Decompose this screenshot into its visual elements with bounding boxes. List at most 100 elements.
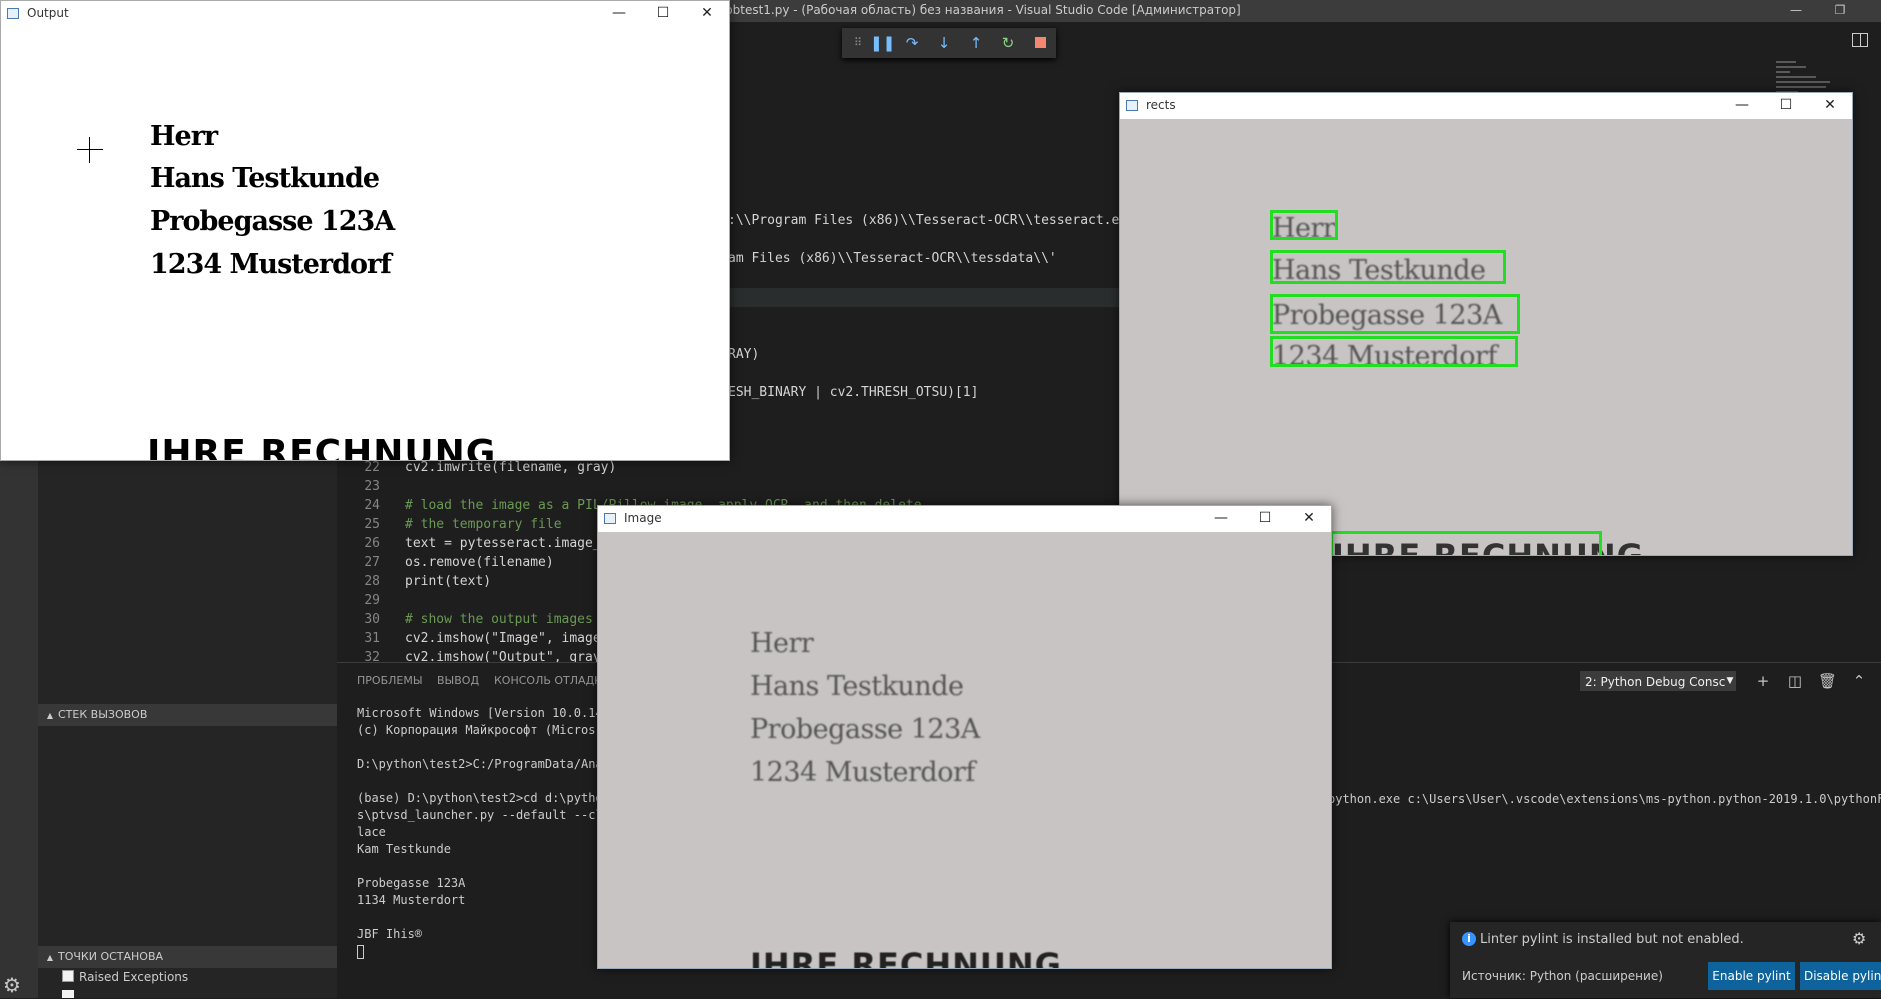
window-icon: [1126, 100, 1138, 111]
breakpoint-raised-exceptions[interactable]: Raised Exceptions: [62, 970, 188, 984]
close-button[interactable]: ✕: [1287, 506, 1331, 532]
drag-grip-icon[interactable]: ⠿: [848, 33, 868, 53]
vscode-restore-button[interactable]: ❐: [1828, 0, 1852, 22]
line-number: 29: [364, 593, 380, 608]
activity-bar: [0, 458, 38, 998]
text-line: 1234 Musterdorf: [150, 249, 392, 280]
code-line: # the temporary file: [405, 517, 562, 532]
close-button[interactable]: ✕: [685, 1, 729, 27]
image-photo: Herr Hans Testkunde Probegasse 123A 1234…: [598, 532, 1331, 968]
code-line: cv2.imshow("Image", image: [405, 631, 601, 646]
gear-icon[interactable]: ⚙: [1852, 929, 1866, 948]
terminal-select[interactable]: 2: Python Debug Consc: [1580, 671, 1736, 691]
tab-debug-console[interactable]: КОНСОЛЬ ОТЛАДКИ: [494, 674, 610, 687]
rects-window: rects — ☐ ✕ Herr Hans Testkunde Probegas…: [1119, 92, 1853, 556]
checkbox[interactable]: [62, 990, 74, 998]
code-fragment: RAY): [728, 347, 760, 362]
minimize-button[interactable]: —: [1720, 93, 1764, 119]
info-icon: i: [1462, 932, 1476, 946]
bounding-box: [1330, 531, 1602, 555]
line-number: 27: [364, 555, 380, 570]
output-window: Output — ☐ ✕ Herr Hans Testkunde Probega…: [0, 0, 730, 461]
minimize-button[interactable]: —: [1199, 506, 1243, 532]
output-titlebar[interactable]: Output — ☐ ✕: [1, 1, 729, 27]
bounding-box: [1270, 210, 1338, 240]
chevron-down-icon: ▲: [46, 711, 54, 720]
callstack-title: СТЕК ВЫЗОВОВ: [58, 708, 148, 721]
code-fragment: am Files (x86)\\Tesseract-OCR\\tessdata\…: [728, 251, 1057, 266]
notification-message: Linter pylint is installed but not enabl…: [1480, 932, 1744, 947]
terminal-line: python.exe c:\Users\User\.vscode\extensi…: [1328, 792, 1881, 806]
notification-source: Источник: Python (расширение): [1462, 969, 1663, 983]
add-terminal-icon[interactable]: +: [1754, 672, 1772, 690]
crosshair-cursor: [89, 137, 90, 163]
chevron-up-icon[interactable]: ⌃: [1850, 672, 1868, 690]
checkbox[interactable]: [62, 970, 74, 982]
line-number: 23: [364, 479, 380, 494]
restart-icon[interactable]: ↻: [998, 33, 1018, 53]
line-number: 30: [364, 612, 380, 627]
line-number: 28: [364, 574, 380, 589]
disable-pylint-button[interactable]: Disable pylint: [1800, 962, 1881, 990]
current-line-highlight: [728, 288, 1120, 307]
window-icon: [7, 8, 19, 19]
bounding-box: [1270, 250, 1506, 284]
debug-sidebar: [38, 458, 337, 998]
callstack-section-header[interactable]: ▲ СТЕК ВЫЗОВОВ: [38, 704, 337, 726]
text-line: Hans Testkunde: [750, 671, 964, 702]
vscode-window-title: bbtest1.py - (Рабочая область) без назва…: [725, 3, 1241, 17]
line-number: 24: [364, 498, 380, 513]
output-image: Herr Hans Testkunde Probegasse 123A 1234…: [1, 27, 729, 460]
text-line: IHRE RECHNUNG: [750, 946, 1062, 968]
code-line: cv2.imwrite(filename, gray): [405, 460, 617, 475]
crosshair-cursor: [77, 149, 103, 150]
maximize-button[interactable]: ☐: [641, 1, 685, 27]
breakpoints-section-header[interactable]: ▲ ТОЧКИ ОСТАНОВА: [38, 946, 337, 968]
terminal-line: JBF Ihis®: [357, 927, 423, 941]
notification-toast: i Linter pylint is installed but not ena…: [1450, 922, 1881, 998]
vscode-minimize-button[interactable]: —: [1784, 0, 1808, 22]
chevron-down-icon: ▲: [46, 953, 54, 962]
tab-output[interactable]: ВЫВОД: [437, 674, 479, 687]
breakpoints-title: ТОЧКИ ОСТАНОВА: [58, 950, 164, 963]
line-number: 31: [364, 631, 380, 646]
rects-image: Herr Hans Testkunde Probegasse 123A 1234…: [1120, 119, 1852, 555]
close-button[interactable]: ✕: [1808, 93, 1852, 119]
terminal-line: s\ptvsd_launcher.py --default --cl: [357, 808, 603, 822]
code-line: print(text): [405, 574, 492, 589]
line-number: 26: [364, 536, 380, 551]
step-over-icon[interactable]: ↷: [902, 33, 922, 53]
text-line: Probegasse 123A: [150, 206, 395, 237]
split-terminal-icon[interactable]: ◫: [1786, 672, 1804, 690]
maximize-button[interactable]: ☐: [1243, 506, 1287, 532]
pause-icon[interactable]: ❚❚: [870, 33, 895, 53]
code-line: os.remove(filename): [405, 555, 554, 570]
output-title: Output: [27, 6, 69, 20]
enable-pylint-button[interactable]: Enable pylint: [1708, 962, 1795, 990]
trash-icon[interactable]: 🗑: [1818, 672, 1837, 690]
text-line: Hans Testkunde: [150, 163, 380, 194]
minimize-button[interactable]: —: [597, 1, 641, 27]
step-out-icon[interactable]: ↑: [966, 33, 986, 53]
stop-icon[interactable]: [1030, 33, 1050, 53]
code-fragment: ESH_BINARY | cv2.THRESH_OTSU)[1]: [728, 385, 979, 400]
rects-titlebar[interactable]: rects — ☐ ✕: [1120, 93, 1852, 119]
window-icon: [604, 513, 616, 524]
image-titlebar[interactable]: Image — ☐ ✕: [598, 506, 1331, 532]
terminal-line: Microsoft Windows [Version 10.0.14: [357, 706, 603, 720]
text-line: Herr: [750, 628, 814, 659]
image-window: Image — ☐ ✕ Herr Hans Testkunde Probegas…: [597, 505, 1332, 969]
rects-title: rects: [1146, 98, 1176, 112]
bounding-box: [1270, 294, 1520, 334]
terminal-line: Kam Testkunde: [357, 842, 451, 856]
line-number: 22: [364, 460, 380, 475]
split-editor-icon[interactable]: [1852, 33, 1868, 47]
terminal-line: Probegasse 123A: [357, 876, 466, 890]
step-into-icon[interactable]: ↓: [934, 33, 954, 53]
image-title: Image: [624, 511, 662, 525]
maximize-button[interactable]: ☐: [1764, 93, 1808, 119]
text-line: 1234 Musterdorf: [750, 757, 975, 788]
code-line: # show the output images: [405, 612, 593, 627]
settings-gear-icon[interactable]: ⚙: [0, 973, 24, 997]
tab-problems[interactable]: ПРОБЛЕМЫ: [357, 674, 423, 687]
